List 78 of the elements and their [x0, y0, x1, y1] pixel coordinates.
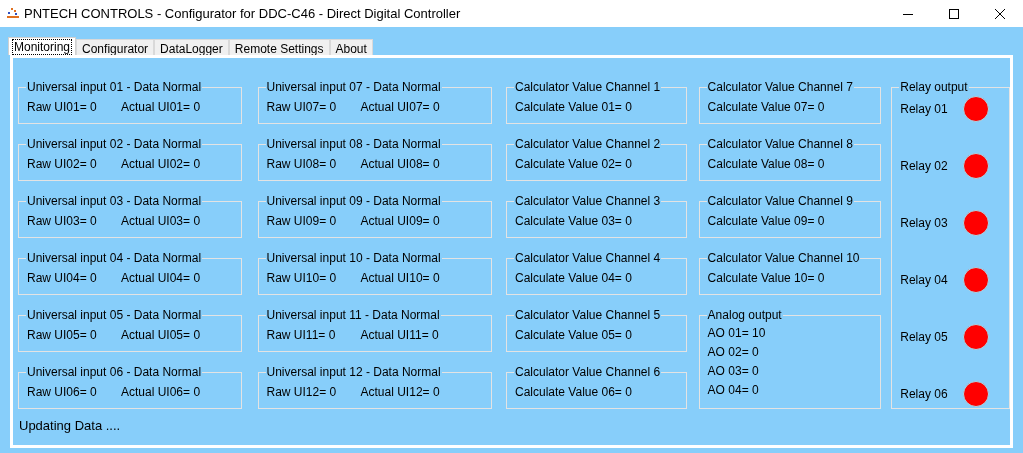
actual-value: Actual UI05= 0 [121, 327, 201, 344]
raw-value: Raw UI05= 0 [27, 327, 98, 344]
calculated-value: Calculate Value 05= 0 [515, 328, 632, 342]
calculated-value: Calculate Value 09= 0 [707, 214, 825, 228]
calculated-value: Calculate Value 04= 0 [515, 271, 632, 285]
raw-value: Raw UI02= 0 [27, 156, 98, 173]
group-title: Universal input 04 - Data Normal [26, 251, 203, 265]
raw-value: Raw UI08= 0 [266, 156, 338, 173]
group-title: Relay output [899, 80, 969, 94]
group-title: Calculator Value Channel 6 [514, 365, 662, 379]
actual-value: Actual UI08= 0 [360, 156, 440, 173]
group-title: Calculator Value Channel 9 [706, 194, 854, 208]
group-title: Calculator Value Channel 10 [706, 251, 861, 265]
calculated-value: Calculate Value 07= 0 [707, 100, 825, 114]
analog-output-value: AO 01= 10 [707, 326, 767, 340]
actual-value: Actual UI06= 0 [121, 384, 201, 401]
relay-label: Relay 05 [900, 329, 948, 346]
raw-value: Raw UI06= 0 [27, 384, 98, 401]
group-title: Universal input 02 - Data Normal [26, 137, 203, 151]
group-title: Universal input 11 - Data Normal [265, 308, 441, 322]
group-title: Calculator Value Channel 3 [514, 194, 662, 208]
app-logo-icon [6, 7, 20, 20]
raw-value: Raw UI12= 0 [266, 384, 338, 401]
actual-value: Actual UI01= 0 [121, 99, 201, 116]
raw-value: Raw UI03= 0 [27, 213, 98, 230]
raw-value: Raw UI09= 0 [266, 213, 338, 230]
raw-value: Raw UI10= 0 [266, 270, 338, 287]
calculated-value: Calculate Value 08= 0 [707, 157, 825, 171]
group-title: Calculator Value Channel 2 [514, 137, 662, 151]
analog-output-value: AO 04= 0 [707, 383, 760, 397]
actual-value: Actual UI10= 0 [360, 270, 440, 287]
calculated-value: Calculate Value 01= 0 [515, 100, 632, 114]
calculated-value: Calculate Value 03= 0 [515, 214, 632, 228]
actual-value: Actual UI04= 0 [121, 270, 201, 287]
status-text: Updating Data .... [19, 417, 121, 435]
relay-label: Relay 01 [900, 101, 948, 118]
analog-output-value: AO 03= 0 [707, 364, 760, 378]
raw-value: Raw UI11= 0 [266, 327, 337, 344]
relay-label: Relay 02 [900, 158, 948, 175]
relay-label: Relay 03 [900, 215, 948, 232]
calculated-value: Calculate Value 06= 0 [515, 385, 632, 399]
group-title: Universal input 05 - Data Normal [26, 308, 203, 322]
raw-value: Raw UI07= 0 [266, 99, 338, 116]
actual-value: Actual UI12= 0 [360, 384, 440, 401]
group-title: Calculator Value Channel 5 [514, 308, 662, 322]
actual-value: Actual UI03= 0 [121, 213, 201, 230]
group-title: Universal input 08 - Data Normal [265, 137, 442, 151]
group-title: Calculator Value Channel 8 [706, 137, 854, 151]
group-title: Universal input 09 - Data Normal [265, 194, 442, 208]
tab[interactable]: Monitoring [8, 37, 77, 55]
group-title: Universal input 12 - Data Normal [265, 365, 442, 379]
group-title: Analog output [706, 308, 783, 322]
calculated-value: Calculate Value 02= 0 [515, 157, 632, 171]
group-title: Universal input 10 - Data Normal [265, 251, 442, 265]
raw-value: Raw UI01= 0 [27, 99, 98, 116]
raw-value: Raw UI04= 0 [27, 270, 98, 287]
group-title: Universal input 07 - Data Normal [265, 80, 442, 94]
relay-label: Relay 06 [900, 386, 948, 403]
actual-value: Actual UI02= 0 [121, 156, 201, 173]
group-title: Calculator Value Channel 1 [514, 80, 662, 94]
window-title: PNTECH CONTROLS - Configurator for DDC-C46 - Direct Digital Controller [24, 4, 461, 23]
calculated-value: Calculate Value 10= 0 [707, 271, 825, 285]
close-icon [995, 8, 1005, 19]
maximize-icon [949, 8, 959, 19]
relay-label: Relay 04 [900, 272, 948, 289]
group-title: Universal input 06 - Data Normal [26, 365, 203, 379]
actual-value: Actual UI09= 0 [360, 213, 440, 230]
group-title: Calculator Value Channel 7 [706, 80, 854, 94]
analog-output-value: AO 02= 0 [707, 345, 760, 359]
group-title: Calculator Value Channel 4 [514, 251, 662, 265]
tab[interactable]: Remote Settings [228, 39, 330, 55]
actual-value: Actual UI11= 0 [360, 327, 439, 344]
tab[interactable]: About [329, 39, 373, 55]
tab[interactable]: DataLogger [154, 39, 229, 55]
tab[interactable]: Configurator [76, 39, 155, 55]
actual-value: Actual UI07= 0 [360, 99, 440, 116]
group-title: Universal input 01 - Data Normal [26, 80, 203, 94]
group-title: Universal input 03 - Data Normal [26, 194, 203, 208]
